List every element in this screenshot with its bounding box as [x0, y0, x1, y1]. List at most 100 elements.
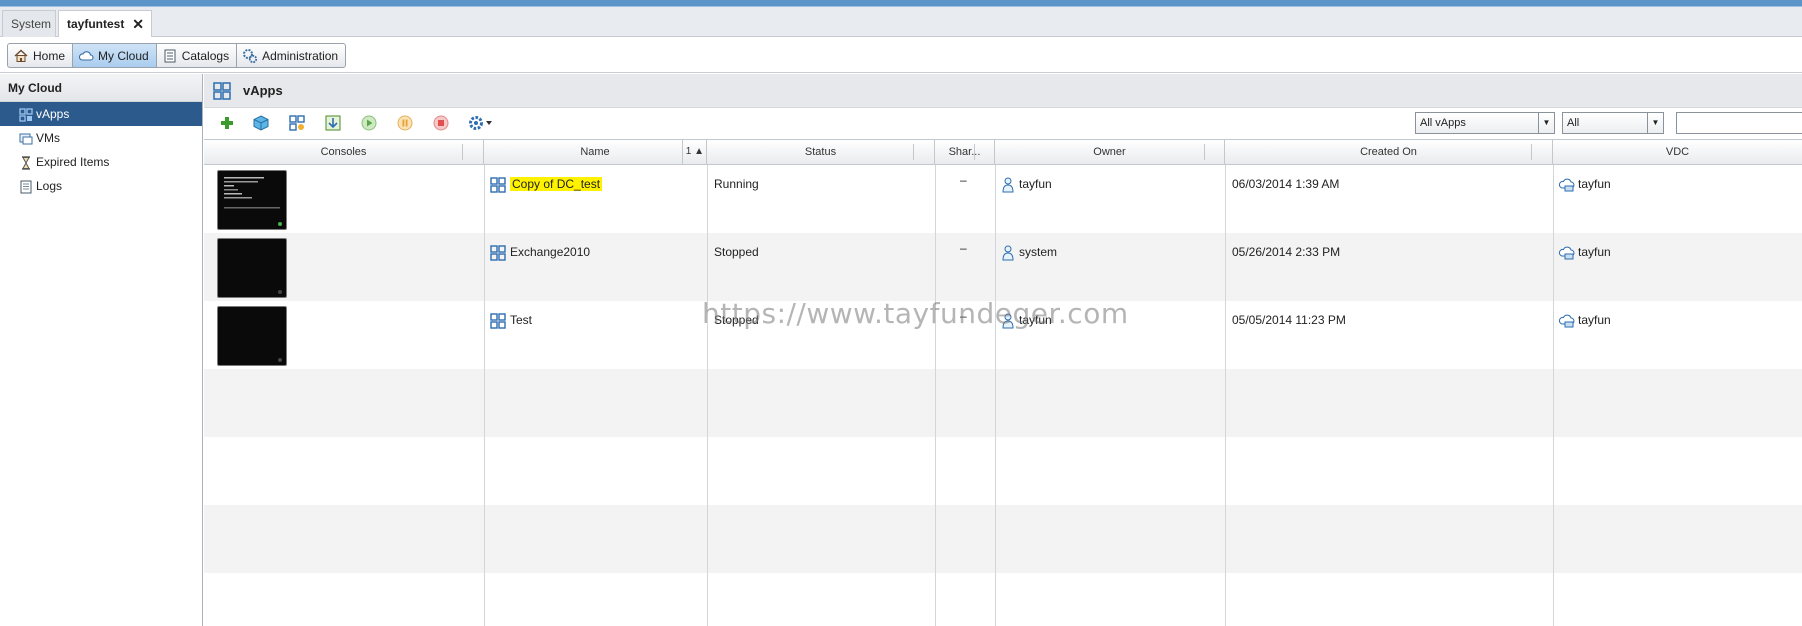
tab-system-label: System: [11, 17, 52, 31]
sidebar-item-label: Logs: [36, 179, 63, 193]
column-divider: [484, 165, 485, 626]
shared-cell: –: [960, 241, 967, 255]
column-divider: [707, 165, 708, 626]
status-cell: Stopped: [714, 245, 759, 259]
sidebar-title: My Cloud: [0, 74, 202, 102]
my-cloud-label: My Cloud: [98, 48, 149, 63]
owner-cell: tayfun: [1019, 177, 1052, 191]
catalogs-label: Catalogs: [181, 48, 230, 63]
table-row[interactable]: Exchange2010 Stopped – system 05/26/2014…: [204, 233, 1802, 301]
search-input[interactable]: [1676, 112, 1802, 134]
catalogs-button[interactable]: Catalogs: [157, 44, 238, 67]
column-header-name[interactable]: Name 1 ▲: [484, 140, 707, 164]
table-row[interactable]: Test Stopped – tayfun 05/05/2014 11:23 P…: [204, 301, 1802, 369]
my-cloud-button[interactable]: My Cloud: [73, 44, 157, 67]
sidebar-item-label: VMs: [36, 131, 60, 145]
home-button[interactable]: Home: [8, 44, 74, 67]
actions-menu-button[interactable]: [468, 114, 494, 132]
user-icon: [1002, 245, 1018, 261]
import-icon: [325, 115, 341, 131]
tab-system[interactable]: System: [2, 10, 56, 37]
add-vapp-button[interactable]: [218, 114, 236, 132]
column-header-created-on[interactable]: Created On: [1225, 140, 1553, 164]
suspend-button[interactable]: [396, 114, 414, 132]
vapp-name-link[interactable]: Test: [510, 313, 532, 327]
cloud-icon: [78, 48, 94, 64]
sidebar-item-logs[interactable]: Logs: [0, 174, 202, 198]
shared-cell: –: [960, 309, 967, 323]
home-icon: [13, 48, 29, 64]
home-label: Home: [33, 48, 66, 63]
close-tab-icon[interactable]: ✕: [132, 11, 144, 37]
column-header-owner[interactable]: Owner: [995, 140, 1225, 164]
owner-cell: system: [1019, 245, 1058, 259]
power-on-button[interactable]: [360, 114, 378, 132]
vapp-filter-select[interactable]: All vApps ▼: [1415, 112, 1555, 134]
vdc-cloud-icon: [1558, 177, 1575, 193]
column-divider: [935, 165, 936, 626]
cube-icon: [253, 115, 269, 131]
administration-button[interactable]: Administration: [237, 44, 345, 67]
shared-cell: –: [960, 173, 967, 187]
vdc-link[interactable]: tayfun: [1578, 177, 1611, 191]
user-icon: [1002, 313, 1018, 329]
top-strip: [0, 0, 1802, 7]
console-screen-icon: [224, 177, 280, 209]
plus-icon: [221, 117, 233, 129]
console-thumbnail[interactable]: [217, 238, 287, 298]
catalog-icon: [162, 48, 178, 64]
column-header-shared[interactable]: Shar...: [935, 140, 995, 164]
console-thumbnail[interactable]: [217, 170, 287, 230]
vapp-build-icon: [289, 115, 305, 131]
pause-icon: [397, 115, 413, 131]
sidebar-item-vms[interactable]: VMs: [0, 126, 202, 150]
empty-row: [204, 437, 1802, 505]
power-status-indicator: [278, 222, 282, 226]
stop-icon: [433, 115, 449, 131]
vapp-name-link[interactable]: Exchange2010: [510, 245, 590, 259]
console-thumbnail[interactable]: [217, 306, 287, 366]
created-on-cell: 05/05/2014 11:23 PM: [1232, 313, 1346, 327]
gears-icon: [242, 48, 258, 64]
column-header-vdc[interactable]: VDC: [1553, 140, 1802, 164]
user-icon: [1002, 177, 1018, 193]
empty-row: [204, 505, 1802, 573]
vdc-link[interactable]: tayfun: [1578, 313, 1611, 327]
vapps-grid: Consoles Name 1 ▲ Status Shar... Owner C…: [204, 139, 1802, 626]
empty-row: [204, 573, 1802, 626]
build-vapp-button[interactable]: [288, 114, 306, 132]
power-status-indicator: [278, 358, 282, 362]
column-header-status[interactable]: Status: [707, 140, 935, 164]
column-divider: [1553, 165, 1554, 626]
table-row[interactable]: Copy of DC_test Running – tayfun 06/03/2…: [204, 165, 1802, 233]
name-header-label: Name: [580, 146, 610, 158]
vapp-name-link[interactable]: Copy of DC_test: [510, 177, 603, 191]
vapp-icon: [490, 313, 506, 329]
import-vapp-button[interactable]: [324, 114, 342, 132]
empty-row: [204, 369, 1802, 437]
sidebar-item-vapps[interactable]: vApps: [0, 102, 202, 126]
chevron-down-icon: ▼: [1647, 113, 1663, 133]
nav-button-group: Home My Cloud Catalogs Administration: [7, 43, 347, 68]
page-title: vApps: [243, 83, 283, 98]
owner-filter-select[interactable]: All ▼: [1562, 112, 1664, 134]
vapps-toolbar: All vApps ▼ All ▼: [204, 108, 1802, 138]
owner-cell: tayfun: [1019, 313, 1052, 327]
gear-icon: [469, 116, 492, 130]
sidebar-item-label: Expired Items: [36, 155, 110, 169]
add-vapp-from-catalog-button[interactable]: [252, 114, 270, 132]
sidebar-item-expired-items[interactable]: Expired Items: [0, 150, 202, 174]
column-divider: [1225, 165, 1226, 626]
power-off-button[interactable]: [432, 114, 450, 132]
vapp-icon: [19, 106, 33, 122]
vapp-icon: [490, 245, 506, 261]
sort-ascending-icon[interactable]: 1 ▲: [681, 140, 704, 164]
vdc-link[interactable]: tayfun: [1578, 245, 1611, 259]
sidebar-item-label: vApps: [36, 107, 70, 121]
tab-tayfuntest[interactable]: tayfuntest ✕: [58, 10, 152, 38]
main-nav-bar: Home My Cloud Catalogs Administration: [0, 37, 1802, 73]
tab-tayfuntest-label: tayfuntest: [67, 17, 125, 31]
play-icon: [361, 115, 377, 131]
column-header-consoles[interactable]: Consoles: [204, 140, 484, 164]
hourglass-icon: [19, 154, 33, 170]
